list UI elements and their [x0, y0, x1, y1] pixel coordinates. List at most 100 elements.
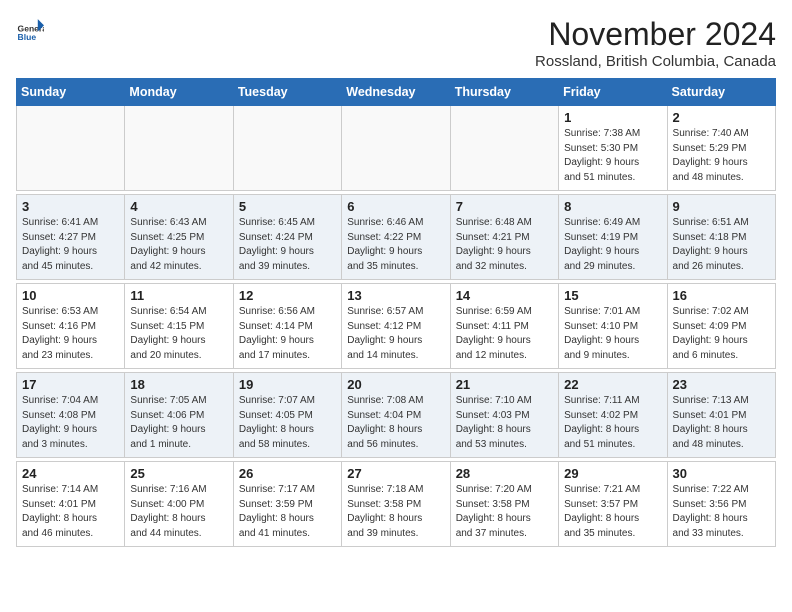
calendar-day-cell: 27Sunrise: 7:18 AM Sunset: 3:58 PM Dayli…	[342, 462, 450, 547]
day-number: 22	[564, 377, 661, 392]
day-number: 27	[347, 466, 444, 481]
day-number: 5	[239, 199, 336, 214]
day-info: Sunrise: 6:41 AM Sunset: 4:27 PM Dayligh…	[22, 216, 119, 274]
calendar-day-cell: 28 Sunrise: 7:20 AM Sunset: 3:58 PM Dayli…	[450, 462, 558, 547]
day-info: Sunrise: 6:46 AM Sunset: 4:22 PM Dayligh…	[347, 216, 444, 274]
day-info: Sunrise: 6:59 AM Sunset: 4:11 PM Dayligh…	[456, 305, 553, 363]
day-number: 15	[564, 288, 661, 303]
day-number: 9	[673, 199, 770, 214]
day-info: Sunrise: 7:11 AM Sunset: 4:02 PM Dayligh…	[564, 394, 661, 452]
day-number: 16	[673, 288, 770, 303]
calendar-day-cell: 5 Sunrise: 6:45 AM Sunset: 4:24 PM Daylig…	[233, 195, 341, 280]
day-info: Sunrise: 7:07 AM Sunset: 4:05 PM Dayligh…	[239, 394, 336, 452]
calendar-day-cell: 12Sunrise: 6:56 AM Sunset: 4:14 PM Dayli…	[233, 284, 341, 369]
day-info: Sunrise: 6:51 AM Sunset: 4:18 PM Dayligh…	[673, 216, 770, 274]
day-number: 2	[673, 110, 770, 125]
day-of-week-header: Sunday	[17, 79, 125, 106]
day-of-week-header: Monday	[125, 79, 233, 106]
day-number: 7	[456, 199, 553, 214]
calendar-day-cell: 1 Sunrise: 7:38 AM Sunset: 5:30 PM Daylig…	[559, 106, 667, 191]
calendar-week-row: 1 Sunrise: 7:38 AM Sunset: 5:30 PM Daylig…	[17, 106, 776, 191]
day-number: 28	[456, 466, 553, 481]
day-of-week-header: Wednesday	[342, 79, 450, 106]
calendar-day-cell: 13 Sunrise: 6:57 AM Sunset: 4:12 PM Dayli…	[342, 284, 450, 369]
calendar-day-cell: 22 Sunrise: 7:11 AM Sunset: 4:02 PM Dayli…	[559, 373, 667, 458]
calendar-day-cell: 23 Sunrise: 7:13 AM Sunset: 4:01 PM Dayli…	[667, 373, 775, 458]
day-info: Sunrise: 7:10 AM Sunset: 4:03 PM Dayligh…	[456, 394, 553, 452]
day-info: Sunrise: 7:05 AM Sunset: 4:06 PM Dayligh…	[130, 394, 227, 452]
calendar-day-cell: 25 Sunrise: 7:16 AM Sunset: 4:00 PM Dayli…	[125, 462, 233, 547]
day-number: 6	[347, 199, 444, 214]
month-title: November 2024	[535, 16, 776, 53]
day-number: 19	[239, 377, 336, 392]
day-info: Sunrise: 7:21 AM Sunset: 3:57 PM Dayligh…	[564, 483, 661, 541]
day-info: Sunrise: 6:54 AM Sunset: 4:15 PM Dayligh…	[130, 305, 227, 363]
day-info: Sunrise: 6:45 AM Sunset: 4:24 PM Dayligh…	[239, 216, 336, 274]
day-of-week-header: Saturday	[667, 79, 775, 106]
calendar-day-cell	[125, 106, 233, 191]
day-info: Sunrise: 6:48 AM Sunset: 4:21 PM Dayligh…	[456, 216, 553, 274]
day-number: 11	[130, 288, 227, 303]
day-info: Sunrise: 6:43 AM Sunset: 4:25 PM Dayligh…	[130, 216, 227, 274]
day-number: 4	[130, 199, 227, 214]
day-of-week-header: Friday	[559, 79, 667, 106]
location: Rossland, British Columbia, Canada	[535, 53, 776, 70]
day-number: 13	[347, 288, 444, 303]
calendar-day-cell: 15 Sunrise: 7:01 AM Sunset: 4:10 PM Dayli…	[559, 284, 667, 369]
day-number: 25	[130, 466, 227, 481]
day-info: Sunrise: 7:13 AM Sunset: 4:01 PM Dayligh…	[673, 394, 770, 452]
calendar-day-cell: 7 Sunrise: 6:48 AM Sunset: 4:21 PM Daylig…	[450, 195, 558, 280]
calendar-day-cell: 11 Sunrise: 6:54 AM Sunset: 4:15 PM Dayli…	[125, 284, 233, 369]
calendar-day-cell: 26 Sunrise: 7:17 AM Sunset: 3:59 PM Dayli…	[233, 462, 341, 547]
calendar-day-cell: 20Sunrise: 7:08 AM Sunset: 4:04 PM Dayli…	[342, 373, 450, 458]
calendar-day-cell	[450, 106, 558, 191]
day-number: 8	[564, 199, 661, 214]
calendar-day-cell: 16 Sunrise: 7:02 AM Sunset: 4:09 PM Dayli…	[667, 284, 775, 369]
calendar-day-cell: 19 Sunrise: 7:07 AM Sunset: 4:05 PM Dayli…	[233, 373, 341, 458]
day-info: Sunrise: 7:17 AM Sunset: 3:59 PM Dayligh…	[239, 483, 336, 541]
day-info: Sunrise: 7:14 AM Sunset: 4:01 PM Dayligh…	[22, 483, 119, 541]
logo: General Blue	[16, 16, 44, 44]
day-number: 17	[22, 377, 119, 392]
calendar-week-row: 17Sunrise: 7:04 AM Sunset: 4:08 PM Dayli…	[17, 373, 776, 458]
calendar-day-cell: 4 Sunrise: 6:43 AM Sunset: 4:25 PM Daylig…	[125, 195, 233, 280]
day-of-week-header: Thursday	[450, 79, 558, 106]
day-info: Sunrise: 6:53 AM Sunset: 4:16 PM Dayligh…	[22, 305, 119, 363]
day-number: 10	[22, 288, 119, 303]
svg-text:Blue: Blue	[18, 32, 37, 42]
day-number: 29	[564, 466, 661, 481]
day-info: Sunrise: 7:38 AM Sunset: 5:30 PM Dayligh…	[564, 127, 661, 185]
day-number: 18	[130, 377, 227, 392]
day-number: 21	[456, 377, 553, 392]
calendar-day-cell: 24Sunrise: 7:14 AM Sunset: 4:01 PM Dayli…	[17, 462, 125, 547]
day-number: 14	[456, 288, 553, 303]
calendar-day-cell: 17Sunrise: 7:04 AM Sunset: 4:08 PM Dayli…	[17, 373, 125, 458]
calendar-week-row: 24Sunrise: 7:14 AM Sunset: 4:01 PM Dayli…	[17, 462, 776, 547]
calendar-day-cell: 9 Sunrise: 6:51 AM Sunset: 4:18 PM Daylig…	[667, 195, 775, 280]
calendar-day-cell: 29 Sunrise: 7:21 AM Sunset: 3:57 PM Dayli…	[559, 462, 667, 547]
day-info: Sunrise: 7:01 AM Sunset: 4:10 PM Dayligh…	[564, 305, 661, 363]
day-number: 26	[239, 466, 336, 481]
calendar-week-row: 3Sunrise: 6:41 AM Sunset: 4:27 PM Daylig…	[17, 195, 776, 280]
day-info: Sunrise: 7:16 AM Sunset: 4:00 PM Dayligh…	[130, 483, 227, 541]
calendar-day-cell	[17, 106, 125, 191]
day-number: 23	[673, 377, 770, 392]
day-number: 1	[564, 110, 661, 125]
day-info: Sunrise: 6:57 AM Sunset: 4:12 PM Dayligh…	[347, 305, 444, 363]
page-header: General Blue November 2024 Rossland, Bri…	[16, 16, 776, 70]
calendar-day-cell: 3Sunrise: 6:41 AM Sunset: 4:27 PM Daylig…	[17, 195, 125, 280]
calendar-day-cell	[342, 106, 450, 191]
day-info: Sunrise: 7:02 AM Sunset: 4:09 PM Dayligh…	[673, 305, 770, 363]
day-number: 12	[239, 288, 336, 303]
calendar-day-cell: 21 Sunrise: 7:10 AM Sunset: 4:03 PM Dayli…	[450, 373, 558, 458]
day-info: Sunrise: 7:20 AM Sunset: 3:58 PM Dayligh…	[456, 483, 553, 541]
title-block: November 2024 Rossland, British Columbia…	[535, 16, 776, 70]
logo-icon: General Blue	[16, 16, 44, 44]
day-info: Sunrise: 6:49 AM Sunset: 4:19 PM Dayligh…	[564, 216, 661, 274]
day-info: Sunrise: 7:40 AM Sunset: 5:29 PM Dayligh…	[673, 127, 770, 185]
calendar-day-cell: 30Sunrise: 7:22 AM Sunset: 3:56 PM Dayli…	[667, 462, 775, 547]
calendar-week-row: 10 Sunrise: 6:53 AM Sunset: 4:16 PM Dayli…	[17, 284, 776, 369]
day-number: 30	[673, 466, 770, 481]
day-number: 20	[347, 377, 444, 392]
days-of-week-row: SundayMondayTuesdayWednesdayThursdayFrid…	[17, 79, 776, 106]
